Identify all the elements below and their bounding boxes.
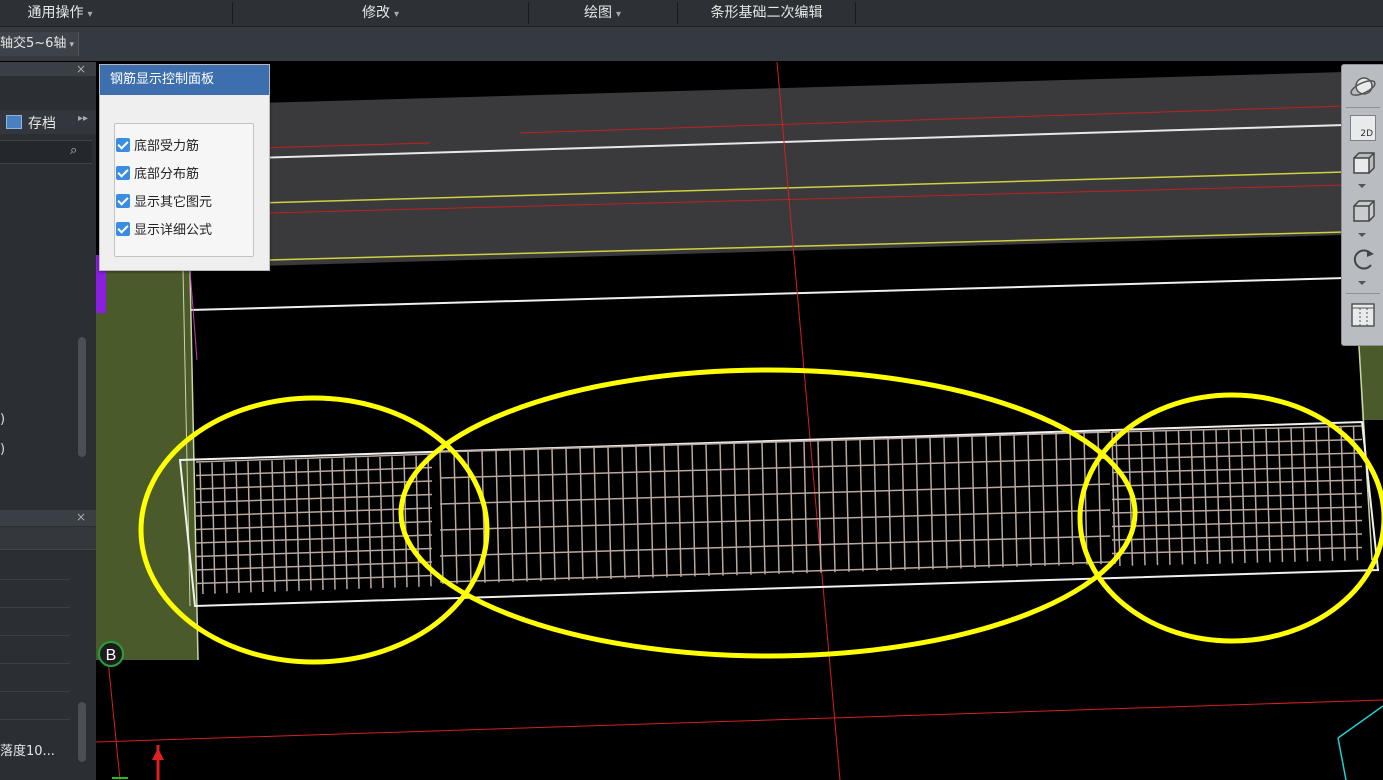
- tree-item-fragment: ): [0, 442, 6, 457]
- expand-more-icon[interactable]: ▸▸: [78, 113, 88, 124]
- toolbar-divider: [1346, 107, 1380, 108]
- toolbar: [0, 27, 1383, 61]
- 2d-view-icon[interactable]: 2D: [1350, 115, 1376, 141]
- checkbox-label: 显示详细公式: [134, 223, 213, 238]
- toolbar-divider: [1346, 293, 1380, 294]
- checkbox-label: 显示其它图元: [134, 195, 213, 210]
- menubar: 通用操作 ▾ 修改 ▾ 绘图 ▾ 条形基础二次编辑: [0, 0, 1383, 27]
- table-row[interactable]: [0, 692, 70, 720]
- chevron-down-icon[interactable]: [1358, 184, 1366, 188]
- chevron-down-icon: ▾: [615, 9, 622, 20]
- 3d-solid-icon[interactable]: [1349, 197, 1377, 225]
- checkbox-show-detailed-formula[interactable]: 显示详细公式: [116, 221, 212, 241]
- menu-modify[interactable]: 修改 ▾: [233, 0, 528, 26]
- table-row[interactable]: [0, 608, 70, 636]
- checkbox-label: 底部受力筋: [134, 139, 200, 154]
- 3d-box-icon[interactable]: [1349, 149, 1377, 177]
- close-icon[interactable]: ×: [76, 62, 86, 76]
- foundation-slab-top: [190, 72, 1345, 268]
- close-icon[interactable]: ×: [76, 510, 86, 524]
- view-toolbar: 2D: [1341, 64, 1383, 346]
- table-row[interactable]: [0, 552, 70, 580]
- property-panel-tabbar: [0, 527, 96, 550]
- checkbox-bottom-distribution-rebar[interactable]: 底部分布筋: [116, 165, 199, 185]
- checkbox-show-other-elements[interactable]: 显示其它图元: [116, 193, 212, 213]
- property-table: [0, 552, 70, 772]
- chevron-down-icon[interactable]: [1358, 233, 1366, 237]
- menu-strip-foundation-edit[interactable]: 条形基础二次编辑: [678, 0, 855, 26]
- property-value[interactable]: 落度10...: [0, 740, 55, 759]
- chevron-down-icon: ▾: [393, 9, 400, 20]
- menu-draw[interactable]: 绘图 ▾: [529, 0, 676, 26]
- chevron-down-icon[interactable]: [1358, 281, 1366, 285]
- table-row[interactable]: [0, 636, 70, 664]
- checkbox-checked-icon[interactable]: [116, 138, 130, 152]
- panel-title: 钢筋显示控制面板: [100, 65, 269, 95]
- menu-general-ops-label: 通用操作: [27, 5, 84, 21]
- archive-label: 存档: [28, 116, 56, 132]
- scrollbar[interactable]: [78, 702, 86, 762]
- axis-label-b: B: [106, 647, 117, 664]
- table-row[interactable]: [0, 664, 70, 692]
- archive-icon: [6, 115, 22, 129]
- chevron-down-icon: ▾: [87, 9, 93, 20]
- rebar-display-panel: 钢筋显示控制面板 底部受力筋 底部分布筋 显示其它图元 显示详细公式: [99, 64, 270, 271]
- checkbox-bottom-main-rebar[interactable]: 底部受力筋: [116, 137, 199, 157]
- orbit-icon[interactable]: [1349, 73, 1377, 101]
- menu-draw-label: 绘图: [583, 5, 612, 21]
- chevron-down-icon: ▾: [69, 40, 74, 50]
- archive-button[interactable]: 存档 ▸▸: [0, 110, 96, 134]
- axis-selector-value: 轴交5~6轴: [0, 36, 67, 51]
- foundation-side-left: [96, 270, 198, 660]
- rotate-icon[interactable]: [1349, 245, 1377, 273]
- menu-general-ops[interactable]: 通用操作 ▾: [0, 0, 120, 26]
- layout-icon[interactable]: [1349, 301, 1377, 329]
- search-icon[interactable]: ⌕: [70, 143, 77, 158]
- scrollbar[interactable]: [78, 337, 86, 457]
- left-panel: × 存档 ▸▸ ⌕ ) ) × 落度10...: [0, 62, 96, 780]
- menu-divider: [855, 2, 856, 24]
- checkbox-checked-icon[interactable]: [116, 222, 130, 236]
- table-row[interactable]: [0, 580, 70, 608]
- checkbox-label: 底部分布筋: [134, 167, 200, 182]
- checkbox-checked-icon[interactable]: [116, 166, 130, 180]
- search-input[interactable]: ⌕: [0, 140, 92, 164]
- checkbox-checked-icon[interactable]: [116, 194, 130, 208]
- 3d-viewport[interactable]: B: [96, 62, 1383, 780]
- axis-selector-dropdown[interactable]: 轴交5~6轴 ▾: [0, 32, 79, 56]
- menu-modify-label: 修改: [361, 5, 390, 21]
- tree-item-fragment: ): [0, 412, 6, 427]
- menu-strip-foundation-edit-label: 条形基础二次编辑: [710, 5, 823, 21]
